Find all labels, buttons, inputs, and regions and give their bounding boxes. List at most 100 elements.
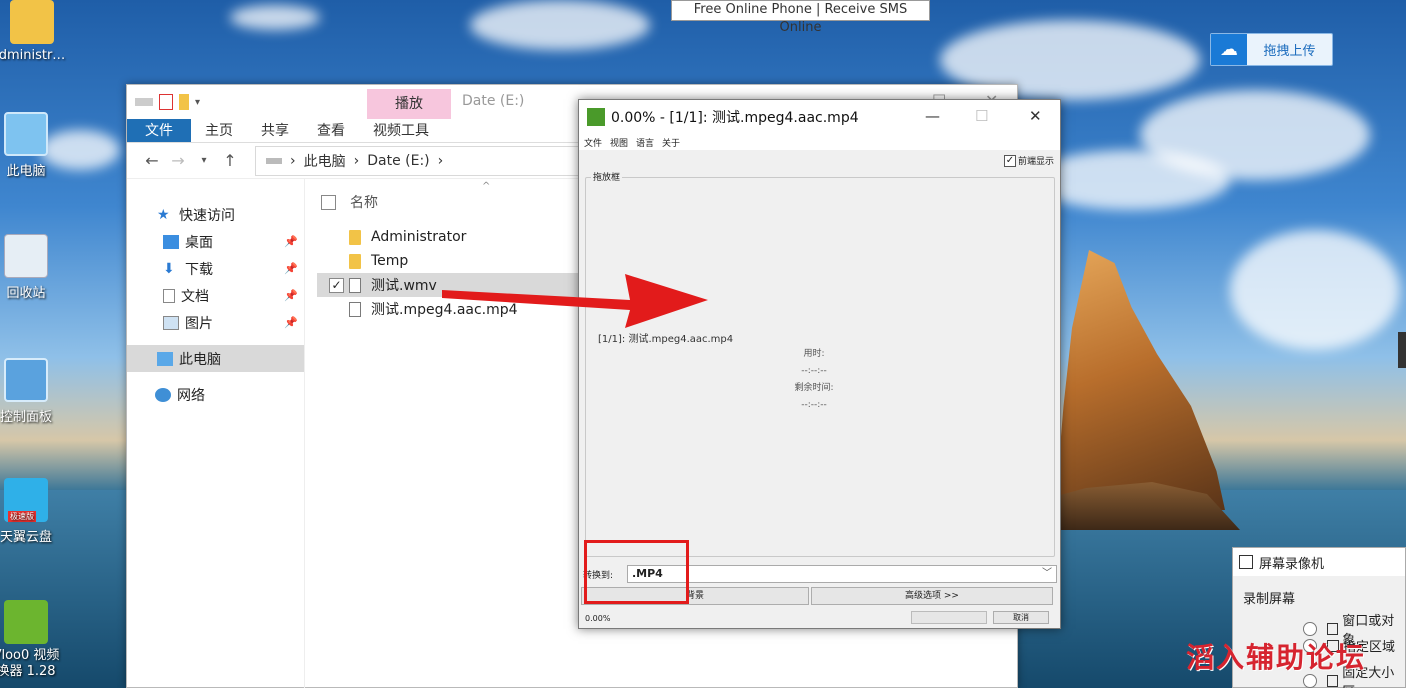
tab-file[interactable]: 文件 [127,119,191,142]
nav-downloads[interactable]: ⬇ 下载 📌 [127,255,304,282]
nav-this-pc[interactable]: 此电脑 [127,345,304,372]
desktop-icon-control-panel[interactable]: 控制面板 [0,358,64,425]
drive-icon [266,157,282,164]
desktop-icon-cloud-disk[interactable]: 极速版 天翼云盘 [0,478,64,545]
pin-icon[interactable]: 📌 [284,289,298,302]
tab-home[interactable]: 主页 [191,119,247,142]
front-display-checkbox[interactable]: ✓ 前端显示 [1003,154,1054,167]
cancel-button[interactable]: 取消 [993,611,1049,624]
breadcrumb-this-pc[interactable]: 此电脑 [304,151,346,171]
nav-label: 网络 [177,387,205,404]
pictures-icon [163,315,179,330]
user-folder-icon [10,0,54,44]
time-info: 用时: --:--:-- 剩余时间: --:--:-- [769,346,859,414]
nav-label: 下载 [185,261,213,278]
record-screen-group-label: 录制屏幕 [1243,592,1296,607]
breadcrumb-separator-icon: › [437,152,444,169]
film-icon [1239,555,1253,569]
recorder-title: 屏幕录像机 [1259,556,1325,572]
elapsed-value: --:--:-- [801,366,827,376]
desktop-icon-label: 天翼云盘 [0,530,52,545]
close-icon[interactable]: ✕ [1029,107,1042,125]
file-name: 测试.wmv [371,278,437,294]
nav-pictures[interactable]: 图片 📌 [127,309,304,336]
desktop-icon-recycle-bin[interactable]: 回收站 [0,234,64,301]
radio-button[interactable] [1303,674,1317,688]
desktop-icon-label: 控制面板 [0,410,52,425]
status-line: [1/1]: 测试.mpeg4.aac.mp4 [598,334,734,345]
up-arrow-icon[interactable]: ↑ [217,151,243,170]
pin-icon[interactable]: 📌 [284,235,298,248]
radio-button[interactable] [1303,622,1317,636]
format-select[interactable]: .MP4 ﹀ [627,565,1057,583]
folder-icon [349,229,361,245]
nav-desktop[interactable]: 桌面 📌 [127,228,304,255]
window-title: Date (E:) [462,93,525,109]
recycle-bin-icon [4,234,48,278]
upload-button[interactable]: ☁ 拖拽上传 [1210,33,1333,66]
video-file-icon [349,277,361,293]
star-icon: ★ [157,206,170,223]
download-icon: ⬇ [163,260,175,277]
menu-file[interactable]: 文件 [584,136,602,149]
desktop-icon-label: 回收站 [6,286,46,301]
nav-quick-access[interactable]: ★ 快速访问 [127,201,304,228]
breadcrumb-drive[interactable]: Date (E:) [367,153,429,169]
drop-box-label: 拖放框 [591,170,623,183]
nav-documents[interactable]: 文档 📌 [127,282,304,309]
chevron-down-icon: ﹀ [1042,568,1052,579]
tab-share[interactable]: 共享 [247,119,303,142]
breadcrumb[interactable]: › 此电脑 › Date (E:) › [255,145,585,176]
nav-network[interactable]: 网络 [127,381,304,408]
pin-icon[interactable]: 📌 [284,316,298,329]
nav-label: 快速访问 [179,207,235,224]
advanced-options-button[interactable]: 高级选项 >> [811,587,1053,605]
tab-play[interactable]: 播放 [367,89,451,119]
menu-about[interactable]: 关于 [662,136,680,149]
folder-icon [349,253,361,269]
back-arrow-icon[interactable]: ← [139,151,165,170]
app-icon [587,108,605,126]
desktop-icon-label: dministr… [0,48,66,63]
desktop-icon-this-pc[interactable]: 此电脑 [0,112,64,179]
properties-icon[interactable] [159,94,173,110]
nav-label: 图片 [185,315,213,332]
tab-view[interactable]: 查看 [303,119,359,142]
red-arrow-icon [442,274,708,328]
drive-icon[interactable] [135,98,153,106]
breadcrumb-separator-icon: › [353,152,360,169]
forward-arrow-icon[interactable]: → [165,151,191,170]
menu-bar: 文件 视图 语言 关于 [579,134,1060,150]
select-all-checkbox[interactable] [321,194,336,210]
pin-icon[interactable]: 📌 [284,262,298,275]
highlight-box [584,540,689,604]
computer-icon [157,351,173,366]
row-checkbox[interactable]: ✓ [329,277,344,293]
column-header-label: 名称 [350,195,378,211]
window-icon [1326,623,1339,635]
recent-chevron-icon[interactable]: ▾ [191,155,217,166]
converter-title: 0.00% - [1/1]: 测试.mpeg4.aac.mp4 [611,110,859,126]
maximize-icon[interactable]: ☐ [975,107,988,125]
minimize-icon[interactable]: — [925,107,940,125]
desktop-icon-label: 此电脑 [6,164,46,179]
watermark: 滔入辅助论坛 [1186,641,1367,674]
converter-titlebar: 0.00% - [1/1]: 测试.mpeg4.aac.mp4 — ☐ ✕ [579,100,1060,134]
file-row[interactable]: Administrator [317,225,587,249]
column-header-name[interactable]: 名称 ^ [317,179,587,225]
remaining-value: --:--:-- [801,400,827,410]
tab-video-tools[interactable]: 视频工具 [359,119,443,142]
menu-language[interactable]: 语言 [636,136,654,149]
video-converter-icon [4,600,48,644]
file-name: Temp [371,253,409,269]
menu-view[interactable]: 视图 [610,136,628,149]
chevron-down-icon[interactable]: ▾ [195,97,200,108]
computer-icon [4,112,48,156]
progress-text: 0.00% [585,613,611,623]
status-footer: 0.00% 取消 [579,608,1060,628]
side-panel-handle[interactable] [1398,332,1406,368]
desktop-icon-user[interactable]: dministr… [0,0,70,63]
desktop-icon-badge: 极速版 [8,511,36,522]
desktop-icon-video-converter[interactable]: Vloo0 视频 换器 1.28 [0,600,64,680]
new-folder-icon[interactable] [179,94,189,110]
